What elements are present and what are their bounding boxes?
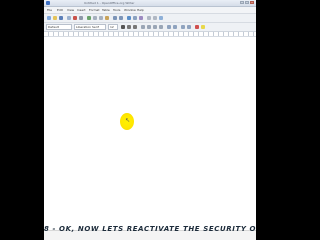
open-folder-icon[interactable] (53, 16, 57, 20)
new-document-icon[interactable] (47, 16, 51, 20)
maximize-button[interactable] (245, 1, 249, 4)
paragraph-style-select[interactable]: Default (46, 24, 72, 30)
save-icon[interactable] (59, 16, 63, 20)
justify-icon[interactable] (159, 25, 163, 29)
table-icon[interactable] (133, 16, 137, 20)
formatting-toolbar: Default Liberation Serif 12 (44, 23, 256, 32)
mouse-pointer-icon: ↖ (125, 117, 131, 124)
decrease-indent-icon[interactable] (181, 25, 185, 29)
menu-window[interactable]: Window (124, 7, 136, 13)
title-bar: Untitled 1 - OpenOffice.org Writer (44, 0, 256, 7)
document-page[interactable] (44, 37, 256, 230)
export-pdf-icon[interactable] (73, 16, 77, 20)
writer-app-icon (46, 1, 50, 5)
zoom-icon[interactable] (159, 16, 163, 20)
align-center-icon[interactable] (147, 25, 151, 29)
underline-icon[interactable] (133, 25, 137, 29)
redo-icon[interactable] (119, 16, 123, 20)
menu-insert[interactable]: Insert (77, 7, 86, 13)
show-draw-functions-icon[interactable] (139, 16, 143, 20)
video-caption: 8 - OK, NOW LETS REACTIVATE THE SECURITY… (44, 225, 256, 233)
undo-icon[interactable] (113, 16, 117, 20)
bold-icon[interactable] (121, 25, 125, 29)
bullets-icon[interactable] (173, 25, 177, 29)
spellcheck-icon[interactable] (87, 16, 91, 20)
menu-table[interactable]: Table (102, 7, 110, 13)
copy-icon[interactable] (99, 16, 103, 20)
close-button[interactable] (250, 1, 254, 4)
menu-file[interactable]: File (47, 7, 52, 13)
menu-format[interactable]: Format (89, 7, 100, 13)
menu-help[interactable]: Help (137, 7, 144, 13)
numbering-icon[interactable] (167, 25, 171, 29)
increase-indent-icon[interactable] (187, 25, 191, 29)
standard-toolbar (44, 14, 256, 23)
window-title: Untitled 1 - OpenOffice.org Writer (84, 1, 135, 5)
paste-icon[interactable] (105, 16, 109, 20)
print-icon[interactable] (79, 16, 83, 20)
font-name-select[interactable]: Liberation Serif (74, 24, 106, 30)
menu-tools[interactable]: Tools (113, 7, 120, 13)
email-icon[interactable] (67, 16, 71, 20)
align-left-icon[interactable] (141, 25, 145, 29)
navigator-icon[interactable] (153, 16, 157, 20)
highlighting-icon[interactable] (201, 25, 205, 29)
font-color-icon[interactable] (195, 25, 199, 29)
align-right-icon[interactable] (153, 25, 157, 29)
cursor-highlight: ↖ (120, 113, 134, 130)
italic-icon[interactable] (127, 25, 131, 29)
menu-bar: File Edit View Insert Format Table Tools… (44, 7, 256, 14)
menu-edit[interactable]: Edit (57, 7, 63, 13)
application-window: Untitled 1 - OpenOffice.org Writer File … (44, 0, 256, 240)
find-replace-icon[interactable] (147, 16, 151, 20)
cut-icon[interactable] (93, 16, 97, 20)
font-size-select[interactable]: 12 (108, 24, 118, 30)
menu-view[interactable]: View (67, 7, 74, 13)
hyperlink-icon[interactable] (127, 16, 131, 20)
minimize-button[interactable] (240, 1, 244, 4)
